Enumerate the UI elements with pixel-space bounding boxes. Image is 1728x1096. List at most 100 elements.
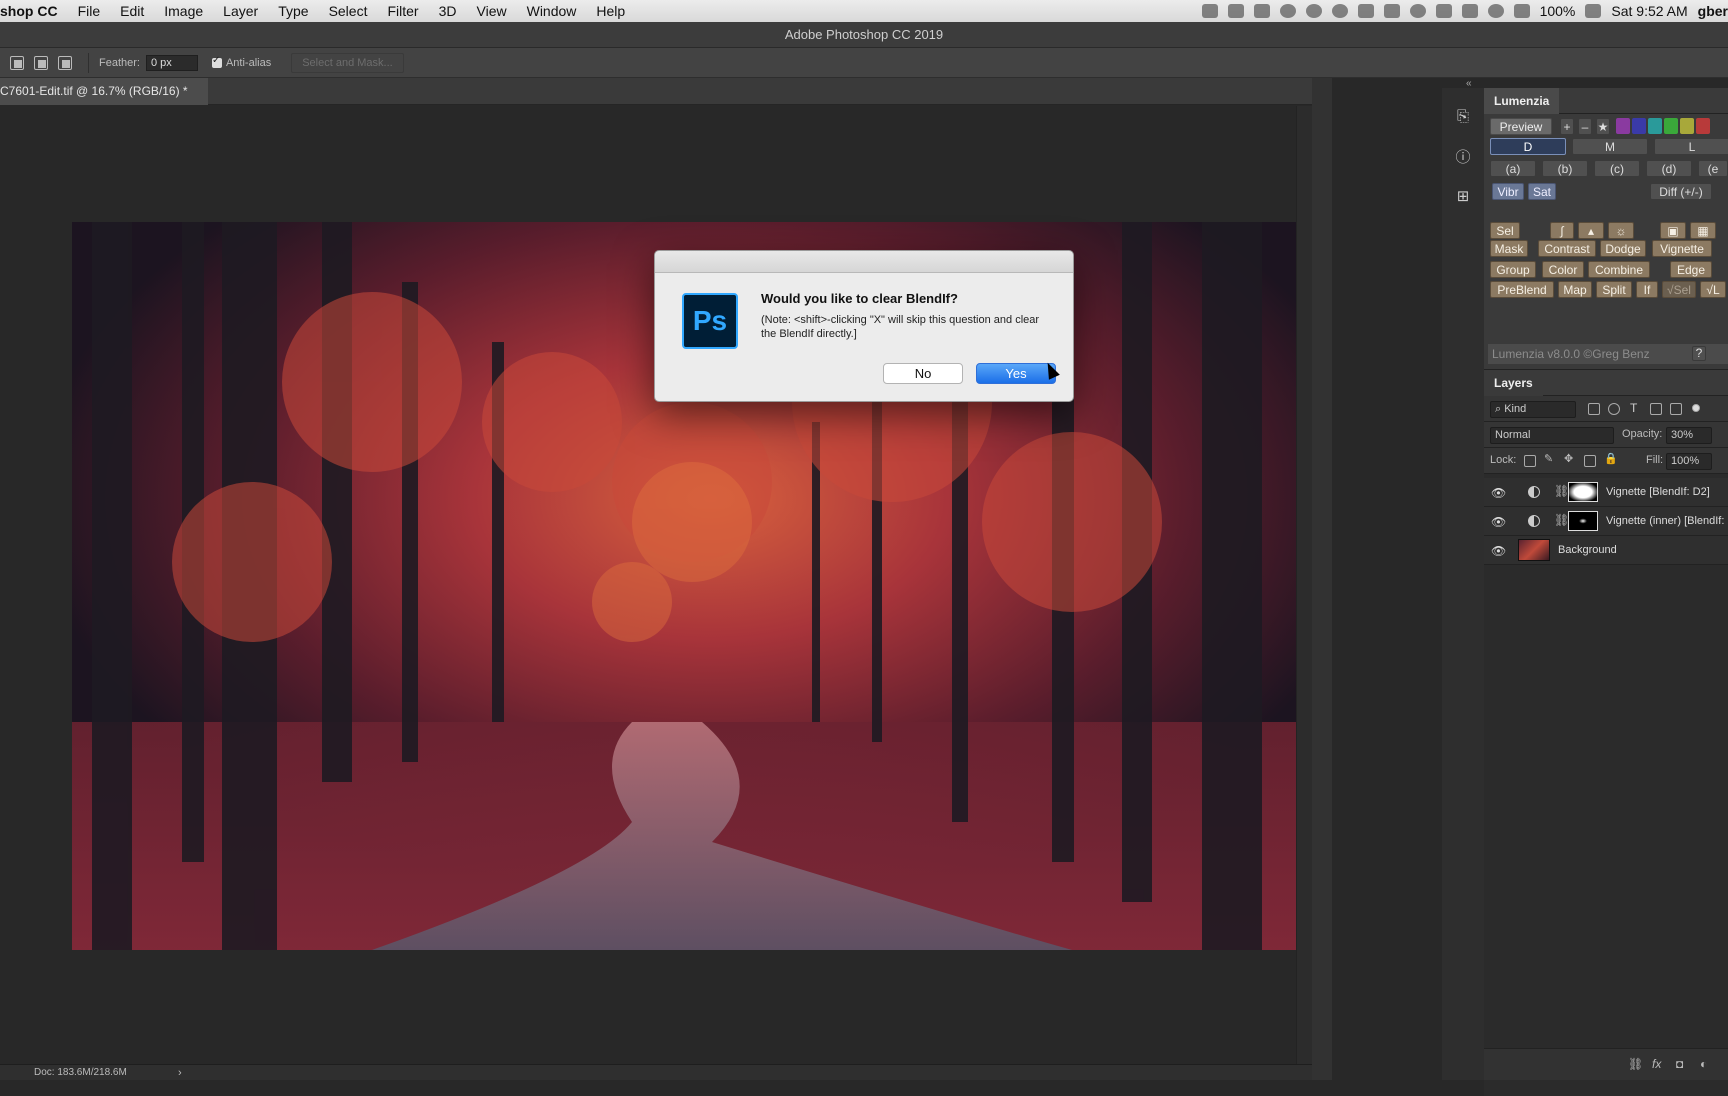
tab-layers[interactable]: Layers	[1484, 370, 1543, 396]
menu-help[interactable]: Help	[586, 0, 635, 22]
airplay-icon[interactable]	[1435, 4, 1452, 18]
swatch-blue[interactable]	[1632, 118, 1646, 134]
combine-button[interactable]: Combine	[1588, 261, 1650, 278]
eye-icon[interactable]: 👁	[1491, 515, 1506, 529]
battery-icon[interactable]	[1585, 4, 1602, 18]
user-name[interactable]: gber	[1698, 3, 1728, 19]
wifi-icon[interactable]	[1487, 4, 1504, 18]
volume-icon[interactable]	[1513, 4, 1530, 18]
lock-all-icon[interactable]: 🔒	[1604, 452, 1618, 465]
levels-icon[interactable]: ▴	[1578, 222, 1604, 239]
menu-3d[interactable]: 3D	[429, 0, 467, 22]
status-menu-arrow-icon[interactable]: ›	[178, 1065, 182, 1081]
smart-object-filter-icon[interactable]	[1670, 403, 1682, 415]
lock-artboard-icon[interactable]	[1584, 455, 1596, 467]
zone-dark-button[interactable]: D	[1490, 138, 1566, 155]
swatch-teal[interactable]	[1648, 118, 1662, 134]
dialog-titlebar[interactable]	[655, 251, 1073, 273]
brightness-icon[interactable]: ☼	[1608, 222, 1634, 239]
layer-row[interactable]: 👁 Background	[1484, 536, 1728, 565]
menu-type[interactable]: Type	[268, 0, 318, 22]
swatch-red[interactable]	[1696, 118, 1710, 134]
if-button[interactable]: If	[1636, 281, 1658, 298]
zone-mid-button[interactable]: M	[1572, 138, 1648, 155]
check-sel-button[interactable]: √Sel	[1662, 281, 1696, 298]
menu-image[interactable]: Image	[154, 0, 213, 22]
vignette-button[interactable]: Vignette	[1652, 240, 1712, 257]
menu-file[interactable]: File	[68, 0, 111, 22]
type-filter-icon[interactable]: T	[1630, 401, 1642, 415]
subtract-selection-icon[interactable]	[58, 55, 72, 70]
filter-toggle-icon[interactable]	[1692, 404, 1700, 412]
select-and-mask-button[interactable]: Select and Mask...	[291, 52, 404, 73]
drive-icon[interactable]	[1253, 4, 1270, 18]
grid-icon[interactable]: ▦	[1690, 222, 1716, 239]
menu-select[interactable]: Select	[319, 0, 378, 22]
layer-name[interactable]: Vignette [BlendIf: D2]	[1606, 486, 1710, 498]
antialias-checkbox[interactable]	[211, 55, 222, 68]
adjustment-filter-icon[interactable]	[1608, 403, 1620, 415]
image-icon[interactable]: ▣	[1660, 222, 1686, 239]
edge-button[interactable]: Edge	[1670, 261, 1712, 278]
info-icon[interactable]	[1331, 4, 1348, 18]
contrast-button[interactable]: Contrast	[1538, 240, 1596, 257]
opacity-input[interactable]: 30%	[1666, 427, 1712, 444]
letter-a-button[interactable]: (a)	[1490, 160, 1536, 177]
time-machine-icon[interactable]	[1409, 4, 1426, 18]
letter-d-button[interactable]: (d)	[1646, 160, 1692, 177]
add-mask-icon[interactable]: ◘	[1676, 1057, 1683, 1071]
properties-panel-icon[interactable]: ⊞	[1444, 176, 1482, 216]
fx-icon[interactable]: fx	[1652, 1057, 1661, 1071]
layer-thumbnail[interactable]	[1518, 539, 1550, 561]
pixel-filter-icon[interactable]	[1588, 403, 1600, 415]
letter-e-button[interactable]: (e	[1698, 160, 1728, 177]
shape-filter-icon[interactable]	[1650, 403, 1662, 415]
add-selection-icon[interactable]	[34, 55, 48, 70]
group-button[interactable]: Group	[1490, 261, 1536, 278]
document-tab[interactable]: C7601-Edit.tif @ 16.7% (RGB/16) *	[0, 78, 208, 105]
swatch-yellow[interactable]	[1680, 118, 1694, 134]
dodge-button[interactable]: Dodge	[1600, 240, 1646, 257]
curves-icon[interactable]: ∫	[1550, 222, 1574, 239]
lock-transparent-icon[interactable]	[1524, 455, 1536, 467]
link-layers-icon[interactable]: ⛓	[1628, 1057, 1643, 1071]
menu-view[interactable]: View	[467, 0, 517, 22]
swatch-green[interactable]	[1664, 118, 1678, 134]
eye-icon[interactable]: 👁	[1491, 544, 1506, 558]
swatch-purple[interactable]	[1616, 118, 1630, 134]
lock-paint-icon[interactable]: ✎	[1544, 452, 1556, 465]
letter-c-button[interactable]: (c)	[1594, 160, 1640, 177]
plus-button[interactable]: +	[1560, 118, 1574, 135]
b-app-icon[interactable]	[1357, 4, 1374, 18]
menu-window[interactable]: Window	[517, 0, 587, 22]
zone-light-button[interactable]: L	[1654, 138, 1728, 155]
layer-name[interactable]: Vignette (inner) [BlendIf:	[1606, 515, 1724, 527]
layer-name[interactable]: Background	[1558, 544, 1617, 556]
map-button[interactable]: Map	[1558, 281, 1592, 298]
menu-edit[interactable]: Edit	[110, 0, 154, 22]
new-selection-icon[interactable]	[10, 55, 24, 70]
camera-icon[interactable]	[1201, 4, 1218, 18]
info-panel-icon[interactable]: ⓘ	[1444, 136, 1482, 176]
diff-button[interactable]: Diff (+/-)	[1650, 183, 1712, 200]
color-button[interactable]: Color	[1542, 261, 1584, 278]
new-adjustment-icon[interactable]: ◐	[1700, 1057, 1707, 1071]
menu-app-name[interactable]: shop CC	[0, 0, 68, 22]
fill-input[interactable]: 100%	[1666, 453, 1712, 470]
vibrance-button[interactable]: Vibr	[1492, 183, 1524, 200]
link-icon[interactable]: ⛓	[1554, 513, 1569, 527]
c-app-icon[interactable]	[1305, 4, 1322, 18]
saturation-button[interactable]: Sat	[1528, 183, 1556, 200]
split-button[interactable]: Split	[1596, 281, 1632, 298]
star-button[interactable]: ★	[1596, 118, 1610, 135]
blend-mode-dropdown[interactable]: Normal	[1490, 427, 1614, 444]
check-l-button[interactable]: √L	[1700, 281, 1726, 298]
clock[interactable]: Sat 9:52 AM	[1611, 3, 1687, 19]
lock-position-icon[interactable]: ✥	[1564, 452, 1576, 465]
menu-filter[interactable]: Filter	[377, 0, 428, 22]
layer-mask-thumbnail[interactable]	[1568, 482, 1598, 502]
link-icon[interactable]: ⛓	[1554, 484, 1569, 498]
minus-button[interactable]: –	[1578, 118, 1592, 135]
mask-button[interactable]: Mask	[1490, 240, 1528, 257]
doc-size-info[interactable]: Doc: 183.6M/218.6M	[34, 1067, 127, 1078]
